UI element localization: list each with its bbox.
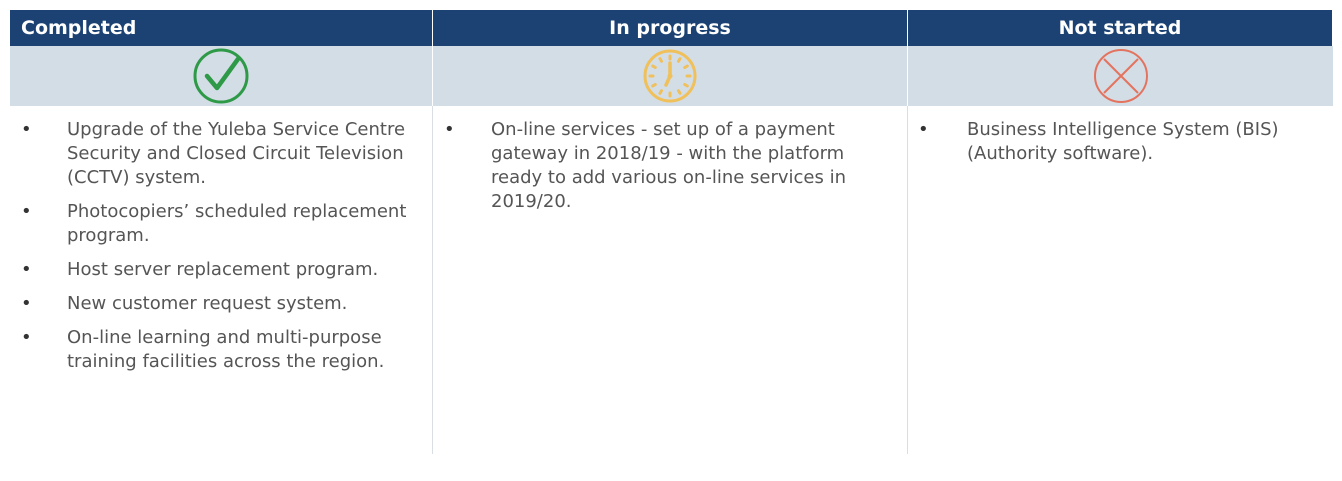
header-not-started: Not started <box>908 10 1333 46</box>
list-item: New customer request system. <box>10 292 432 316</box>
list-item: Business Intelligence System (BIS) (Auth… <box>908 118 1333 166</box>
completed-list: Upgrade of the Yuleba Service Centre Sec… <box>10 118 432 374</box>
list-item: Host server replacement program. <box>10 258 432 282</box>
in-progress-column: On-line services - set up of a payment g… <box>433 106 908 454</box>
status-table: Completed In progress Not started • Upgr… <box>10 10 1333 454</box>
list-item: On-line services - set up of a payment g… <box>433 118 907 214</box>
clock-icon <box>643 49 697 103</box>
header-in-progress: In progress <box>433 10 908 46</box>
header-completed: Completed <box>10 10 433 46</box>
list-item: On-line learning and multi-purpose train… <box>10 326 432 374</box>
icon-cell-completed <box>10 46 433 106</box>
list-item: Upgrade of the Yuleba Service Centre Sec… <box>10 118 432 190</box>
in-progress-list: On-line services - set up of a payment g… <box>433 118 907 214</box>
completed-column: Upgrade of the Yuleba Service Centre Sec… <box>10 106 433 454</box>
x-circle-icon <box>1093 49 1148 103</box>
icon-cell-not-started <box>908 46 1333 106</box>
list-item: Photocopiers’ scheduled replacement prog… <box>10 200 432 248</box>
not-started-column: Business Intelligence System (BIS) (Auth… <box>908 106 1333 454</box>
check-circle-icon <box>193 48 249 104</box>
not-started-list: Business Intelligence System (BIS) (Auth… <box>908 118 1333 166</box>
icon-cell-in-progress <box>433 46 908 106</box>
